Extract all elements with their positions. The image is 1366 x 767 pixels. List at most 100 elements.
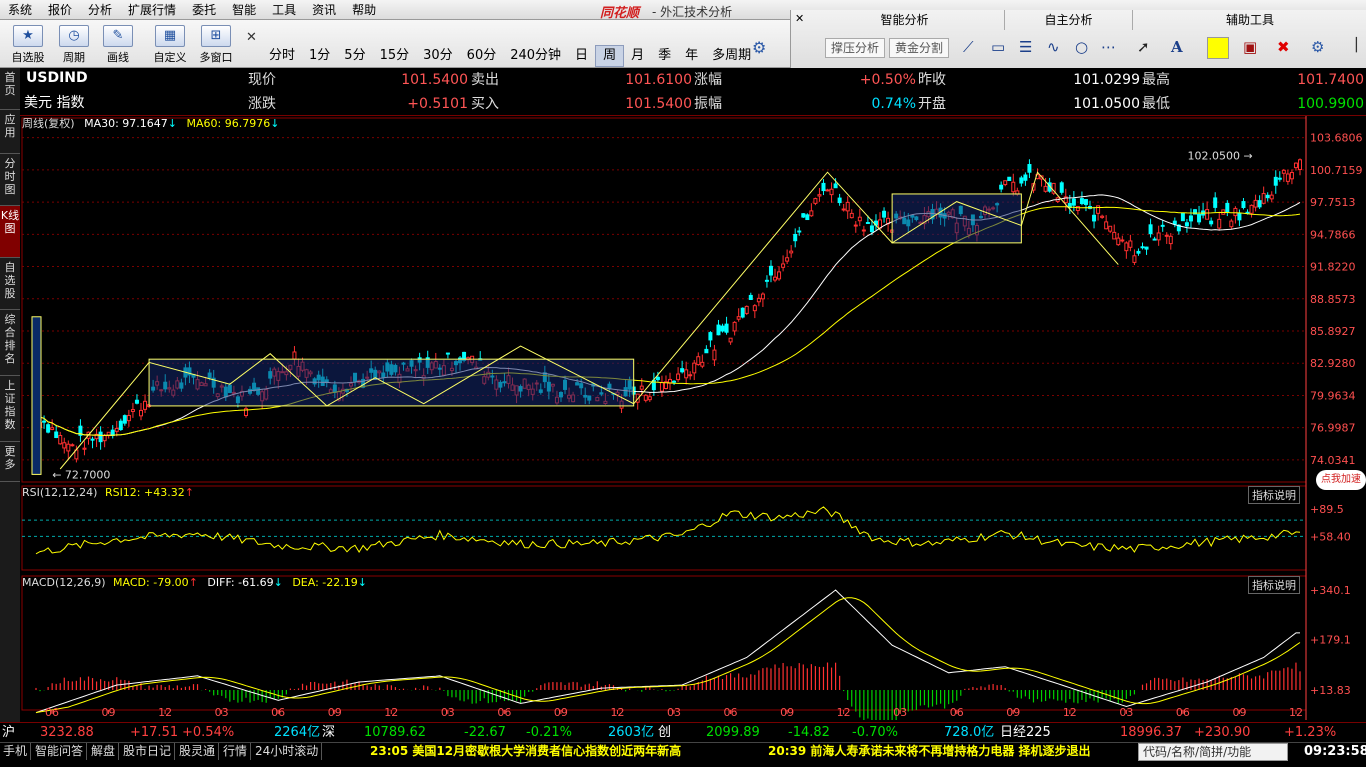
news-ticker-1[interactable]: 23:05 美国12月密歇根大学消费者信心指数创近两年新高: [370, 743, 681, 760]
tab-smart-analysis[interactable]: 智能分析: [805, 10, 1005, 30]
candle-body: [1083, 199, 1088, 205]
close-icon[interactable]: ✕: [246, 30, 257, 45]
x-tick-label: 06: [271, 706, 285, 719]
period-day[interactable]: 日: [568, 46, 595, 66]
menu-help[interactable]: 帮助: [344, 0, 384, 20]
candle-body: [70, 444, 75, 447]
status-tab-qa[interactable]: 智能问答: [32, 743, 88, 760]
menu-extended[interactable]: 扩展行情: [120, 0, 184, 20]
menu-quote[interactable]: 报价: [40, 0, 80, 20]
support-resistance-button[interactable]: 撑压分析: [825, 38, 886, 58]
candle-body: [1096, 205, 1101, 214]
wave-tool-icon[interactable]: ∿: [1047, 38, 1060, 56]
code-search-input[interactable]: 代码/名称/简拼/功能: [1138, 743, 1288, 761]
candle-body: [1100, 215, 1105, 218]
arrow-down-icon: ↓: [270, 117, 280, 130]
circle-tool-icon[interactable]: ○: [1075, 38, 1088, 56]
period-multi[interactable]: 多周期: [705, 46, 758, 66]
quote-value: 101.6100: [625, 72, 692, 88]
line-tool-icon[interactable]: ⟋: [963, 38, 974, 56]
sidebar-item-shindex[interactable]: 上证指数: [0, 376, 20, 442]
multi-window-button[interactable]: ⊞ 多窗口: [194, 23, 238, 67]
tab-aux-tools[interactable]: 辅助工具: [1133, 10, 1366, 30]
sidebar-item-ranking[interactable]: 综合排名: [0, 310, 20, 376]
rsi-line: [35, 506, 1301, 555]
sidebar-item-kline[interactable]: K线图: [0, 206, 20, 258]
menu-trade[interactable]: 委托: [184, 0, 224, 20]
period-season[interactable]: 季: [651, 46, 678, 66]
sidebar-item-watchlist[interactable]: 自选股: [0, 258, 20, 310]
candle-body: [1144, 246, 1149, 250]
golden-section-button[interactable]: 黄金分割: [889, 38, 950, 58]
ticker-value: -22.67: [464, 725, 506, 740]
period-week[interactable]: 周: [595, 45, 625, 67]
grid-tool-icon[interactable]: ⋯: [1101, 38, 1116, 56]
candle-body: [785, 257, 790, 262]
speedup-badge[interactable]: 点我加速: [1316, 470, 1366, 490]
rsi-help-button[interactable]: 指标说明: [1248, 486, 1300, 504]
close-icon[interactable]: ✕: [795, 12, 804, 25]
settings-icon[interactable]: ⚙: [1311, 38, 1324, 56]
x-tick-label: 12: [1063, 706, 1077, 719]
menu-system[interactable]: 系统: [0, 0, 40, 20]
text-tool-icon[interactable]: A: [1171, 38, 1183, 56]
candle-body: [46, 424, 51, 433]
candle-body: [720, 325, 725, 332]
sidebar-item-timeshare[interactable]: 分时图: [0, 154, 20, 206]
status-tab-commentary[interactable]: 解盘: [88, 743, 120, 760]
period-5m[interactable]: 5分: [337, 46, 372, 66]
news-ticker-2[interactable]: 20:39 前海人寿承诺未来将不再增持格力电器 择机逐步退出: [768, 743, 1091, 760]
custom-button[interactable]: ▦ 自定义: [148, 23, 192, 67]
color-picker[interactable]: [1207, 37, 1229, 59]
candle-body: [680, 368, 685, 373]
period-tick[interactable]: 分时: [262, 46, 302, 66]
candle-body: [1205, 209, 1210, 220]
candle-body: [1172, 220, 1177, 225]
period-month[interactable]: 月: [624, 46, 651, 66]
sidebar-item-more[interactable]: 更多: [0, 442, 20, 482]
watchlist-button[interactable]: ★ 自选股: [6, 23, 50, 67]
menu-analysis[interactable]: 分析: [80, 0, 120, 20]
candle-body: [817, 194, 822, 197]
status-tab-diary[interactable]: 股市日记: [120, 743, 176, 760]
macd-help-button[interactable]: 指标说明: [1248, 576, 1300, 594]
period-60m[interactable]: 60分: [460, 46, 504, 66]
candle-body: [1132, 255, 1137, 263]
kline-chart[interactable]: 103.6806 100.7159 97.7513 94.7866 91.8220 88.…: [20, 116, 1366, 720]
panel-frame: [21, 575, 1307, 711]
menu-tools[interactable]: 工具: [264, 0, 304, 20]
candle-body: [1269, 194, 1274, 200]
period-button[interactable]: ◷ 周期: [52, 23, 96, 67]
sidebar-item-home[interactable]: 首页: [0, 68, 20, 110]
sidebar-item-apps[interactable]: 应用: [0, 110, 20, 154]
period-240m[interactable]: 240分钟: [503, 46, 568, 66]
pin-icon[interactable]: ▕: [1347, 38, 1357, 53]
menu-smart[interactable]: 智能: [224, 0, 264, 20]
period-30m[interactable]: 30分: [416, 46, 460, 66]
period-15m[interactable]: 15分: [373, 46, 417, 66]
erase-icon[interactable]: ▣: [1243, 38, 1257, 56]
candle-body: [98, 431, 103, 443]
draw-line-button[interactable]: ✎ 画线: [96, 23, 140, 67]
fib-tool-icon[interactable]: ☰: [1019, 38, 1032, 56]
rect-tool-icon[interactable]: ▭: [991, 38, 1005, 56]
candle-body: [1011, 181, 1016, 193]
menu-news[interactable]: 资讯: [304, 0, 344, 20]
pointer-icon[interactable]: ➚: [1137, 38, 1150, 56]
ticker-value: +230.90: [1194, 725, 1251, 740]
ticker-label: 创: [658, 725, 672, 740]
candle-body: [777, 271, 782, 280]
tab-self-analysis[interactable]: 自主分析: [1005, 10, 1133, 30]
status-tab-mobile[interactable]: 手机: [0, 743, 32, 760]
gear-icon[interactable]: ⚙: [752, 38, 766, 57]
period-year[interactable]: 年: [678, 46, 705, 66]
status-tab-market[interactable]: 行情: [220, 743, 252, 760]
status-tab-stocklink[interactable]: 股灵通: [176, 743, 220, 760]
delete-icon[interactable]: ✖: [1277, 38, 1290, 56]
candle-body: [837, 197, 842, 204]
price-tick-label: 103.6806: [1310, 132, 1363, 145]
symbol-name: 美元 指数: [24, 95, 85, 111]
period-1m[interactable]: 1分: [302, 46, 337, 66]
candle-body: [740, 307, 745, 318]
status-tab-24h[interactable]: 24小时滚动: [252, 743, 323, 760]
